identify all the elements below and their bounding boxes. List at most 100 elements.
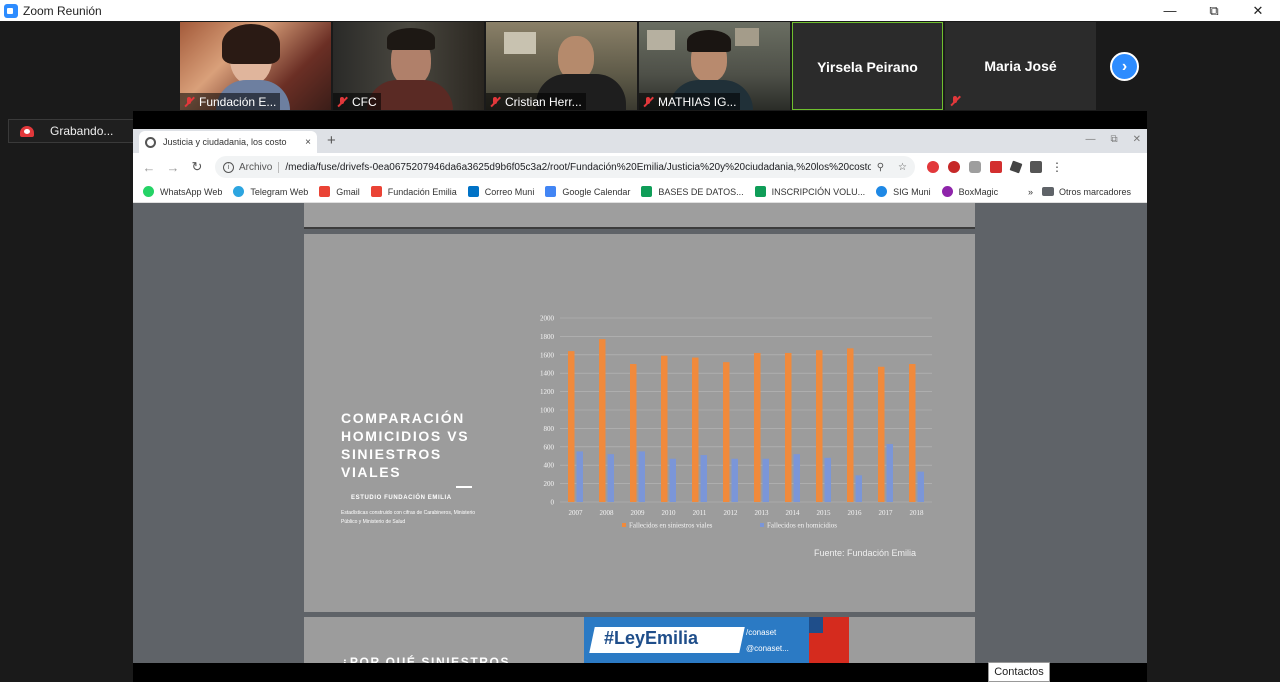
close-button[interactable]: ✕ xyxy=(1236,0,1280,21)
address-bar[interactable]: i Archivo /media/fuse/drivefs-0ea0675207… xyxy=(215,156,915,178)
bookmark-label: Telegram Web xyxy=(250,186,309,197)
zoom-search-icon[interactable]: ⚲ xyxy=(877,162,884,173)
participant-tile[interactable]: MATHIAS IG... xyxy=(639,22,790,110)
bookmark-label: INSCRIPCIÓN VOLU... xyxy=(771,186,866,197)
tab-close-button[interactable]: × xyxy=(305,137,311,148)
x-tick-label: 2015 xyxy=(817,509,832,517)
bar-homicides xyxy=(793,454,800,502)
bookmark-google-calendar[interactable]: Google Calendar xyxy=(545,186,630,197)
reload-button[interactable]: ↻ xyxy=(185,159,209,175)
recording-icon xyxy=(20,125,34,137)
banner-social: /conaset @conaset... xyxy=(746,625,789,657)
bookmark-label: BoxMagic xyxy=(958,186,999,197)
bookmark-sig-muni[interactable]: SIG Muni xyxy=(876,186,931,197)
sig-icon xyxy=(876,186,888,197)
bar-homicides xyxy=(638,451,645,502)
kebab-menu-icon[interactable]: ⋮ xyxy=(1051,160,1063,174)
x-tick-label: 2012 xyxy=(724,509,739,517)
participant-tile-active-speaker[interactable]: Yirsela Peirano xyxy=(792,22,943,110)
shield-extension-icon[interactable] xyxy=(969,161,981,173)
adblock-extension-icon[interactable] xyxy=(948,161,960,173)
bookmark-telegram[interactable]: Telegram Web xyxy=(233,186,308,197)
bookmark-label: WhatsApp Web xyxy=(160,186,223,197)
y-tick-label: 1800 xyxy=(540,333,555,341)
bar-road-deaths xyxy=(816,350,823,502)
y-tick-label: 1000 xyxy=(540,407,555,415)
outlook-icon xyxy=(467,186,479,197)
x-tick-label: 2007 xyxy=(569,509,584,517)
bookmark-label: Fundación Emilia xyxy=(387,186,457,197)
bookmarks-overflow-button[interactable]: » xyxy=(1028,187,1033,197)
send-extension-icon[interactable] xyxy=(1009,160,1023,174)
browser-toolbar: ← → ↻ i Archivo /media/fuse/drivefs-0ea0… xyxy=(133,153,1147,181)
chile-flag-icon xyxy=(809,617,823,633)
browser-restore-button[interactable]: ⧉ xyxy=(1110,134,1117,145)
participant-tile[interactable]: CFC xyxy=(333,22,484,110)
new-tab-button[interactable]: + xyxy=(327,132,336,149)
browser-minimize-button[interactable]: — xyxy=(1085,134,1095,145)
bookmark-boxmagic[interactable]: BoxMagic xyxy=(941,186,999,197)
bookmark-label: Google Calendar xyxy=(562,186,631,197)
bar-homicides xyxy=(886,444,893,502)
bar-homicides xyxy=(700,455,707,502)
browser-tab[interactable]: Justicia y ciudadania, los costo × xyxy=(139,131,317,153)
url-text[interactable]: /media/fuse/drivefs-0ea0675207946da6a362… xyxy=(285,162,870,173)
participant-tile[interactable]: Fundación E... xyxy=(180,22,331,110)
x-tick-label: 2008 xyxy=(600,509,615,517)
contacts-button[interactable]: Contactos xyxy=(988,662,1050,682)
sheets-icon xyxy=(641,186,653,197)
whatsapp-icon xyxy=(143,186,154,197)
globe-icon xyxy=(145,136,156,148)
other-bookmarks[interactable]: Otros marcadores xyxy=(1059,187,1131,197)
banner-hashtag: #LeyEmilia xyxy=(604,628,699,648)
folder-icon xyxy=(1041,187,1054,196)
info-icon[interactable]: i xyxy=(223,161,234,173)
x-tick-label: 2013 xyxy=(755,509,770,517)
bookmark-inscripcion[interactable]: INSCRIPCIÓN VOLU... xyxy=(754,186,866,197)
y-tick-label: 1600 xyxy=(540,351,555,359)
legend-label: Fallecidos en siniestros viales xyxy=(629,522,713,530)
bar-road-deaths xyxy=(785,352,792,502)
minimize-button[interactable]: — xyxy=(1148,0,1192,21)
gallery-next-page-button[interactable]: › xyxy=(1110,52,1139,81)
slide-page: COMPARACIÓN HOMICIDIOS VS SINIESTROS VIA… xyxy=(304,234,975,612)
back-button[interactable]: ← xyxy=(137,160,161,175)
forward-button[interactable]: → xyxy=(161,160,185,175)
opera-extension-icon[interactable] xyxy=(927,161,939,173)
participant-tile[interactable]: Cristian Herr... xyxy=(486,22,637,110)
bookmark-correo-muni[interactable]: Correo Muni xyxy=(467,186,534,197)
slide-source: Fuente: Fundación Emilia xyxy=(814,548,917,558)
calendar-icon xyxy=(545,186,557,197)
bar-road-deaths xyxy=(847,348,854,502)
x-tick-label: 2016 xyxy=(848,509,863,517)
y-tick-label: 1400 xyxy=(540,370,555,378)
bookmark-label: SIG Muni xyxy=(893,186,931,197)
document-viewer[interactable]: COMPARACIÓN HOMICIDIOS VS SINIESTROS VIA… xyxy=(133,203,1147,677)
calendar-extension-icon[interactable] xyxy=(990,161,1002,173)
bookmark-gmail[interactable]: Gmail xyxy=(319,186,360,197)
puzzle-extensions-icon[interactable] xyxy=(1030,161,1042,173)
bar-homicides xyxy=(855,475,862,502)
bookmark-whatsapp[interactable]: WhatsApp Web xyxy=(143,186,222,197)
restore-button[interactable]: ⧉ xyxy=(1192,0,1236,21)
participant-name: Maria José xyxy=(984,58,1057,74)
x-tick-label: 2010 xyxy=(662,509,677,517)
boxmagic-icon xyxy=(941,186,953,197)
bar-road-deaths xyxy=(723,362,730,502)
ley-emilia-banner: #LeyEmilia /conaset @conaset... xyxy=(584,617,849,665)
recording-indicator[interactable]: Grabando... xyxy=(8,119,134,143)
y-tick-label: 2000 xyxy=(540,315,555,323)
bookmark-bases-de-datos[interactable]: BASES DE DATOS... xyxy=(641,186,744,197)
x-tick-label: 2014 xyxy=(786,509,801,517)
bar-homicides xyxy=(824,457,831,502)
bookmark-star-icon[interactable]: ☆ xyxy=(898,162,907,173)
participant-name: Yirsela Peirano xyxy=(817,59,918,75)
chevron-right-icon: › xyxy=(1121,57,1128,75)
tab-title: Justicia y ciudadania, los costo xyxy=(163,137,287,147)
mic-muted-icon xyxy=(489,96,501,108)
facebook-handle: /conaset xyxy=(746,628,777,637)
participant-tile[interactable]: Maria José xyxy=(945,22,1096,110)
share-top-border xyxy=(133,111,1147,129)
browser-close-button[interactable]: ✕ xyxy=(1133,134,1141,145)
bookmark-fundacion-emilia[interactable]: Fundación Emilia xyxy=(370,186,457,197)
